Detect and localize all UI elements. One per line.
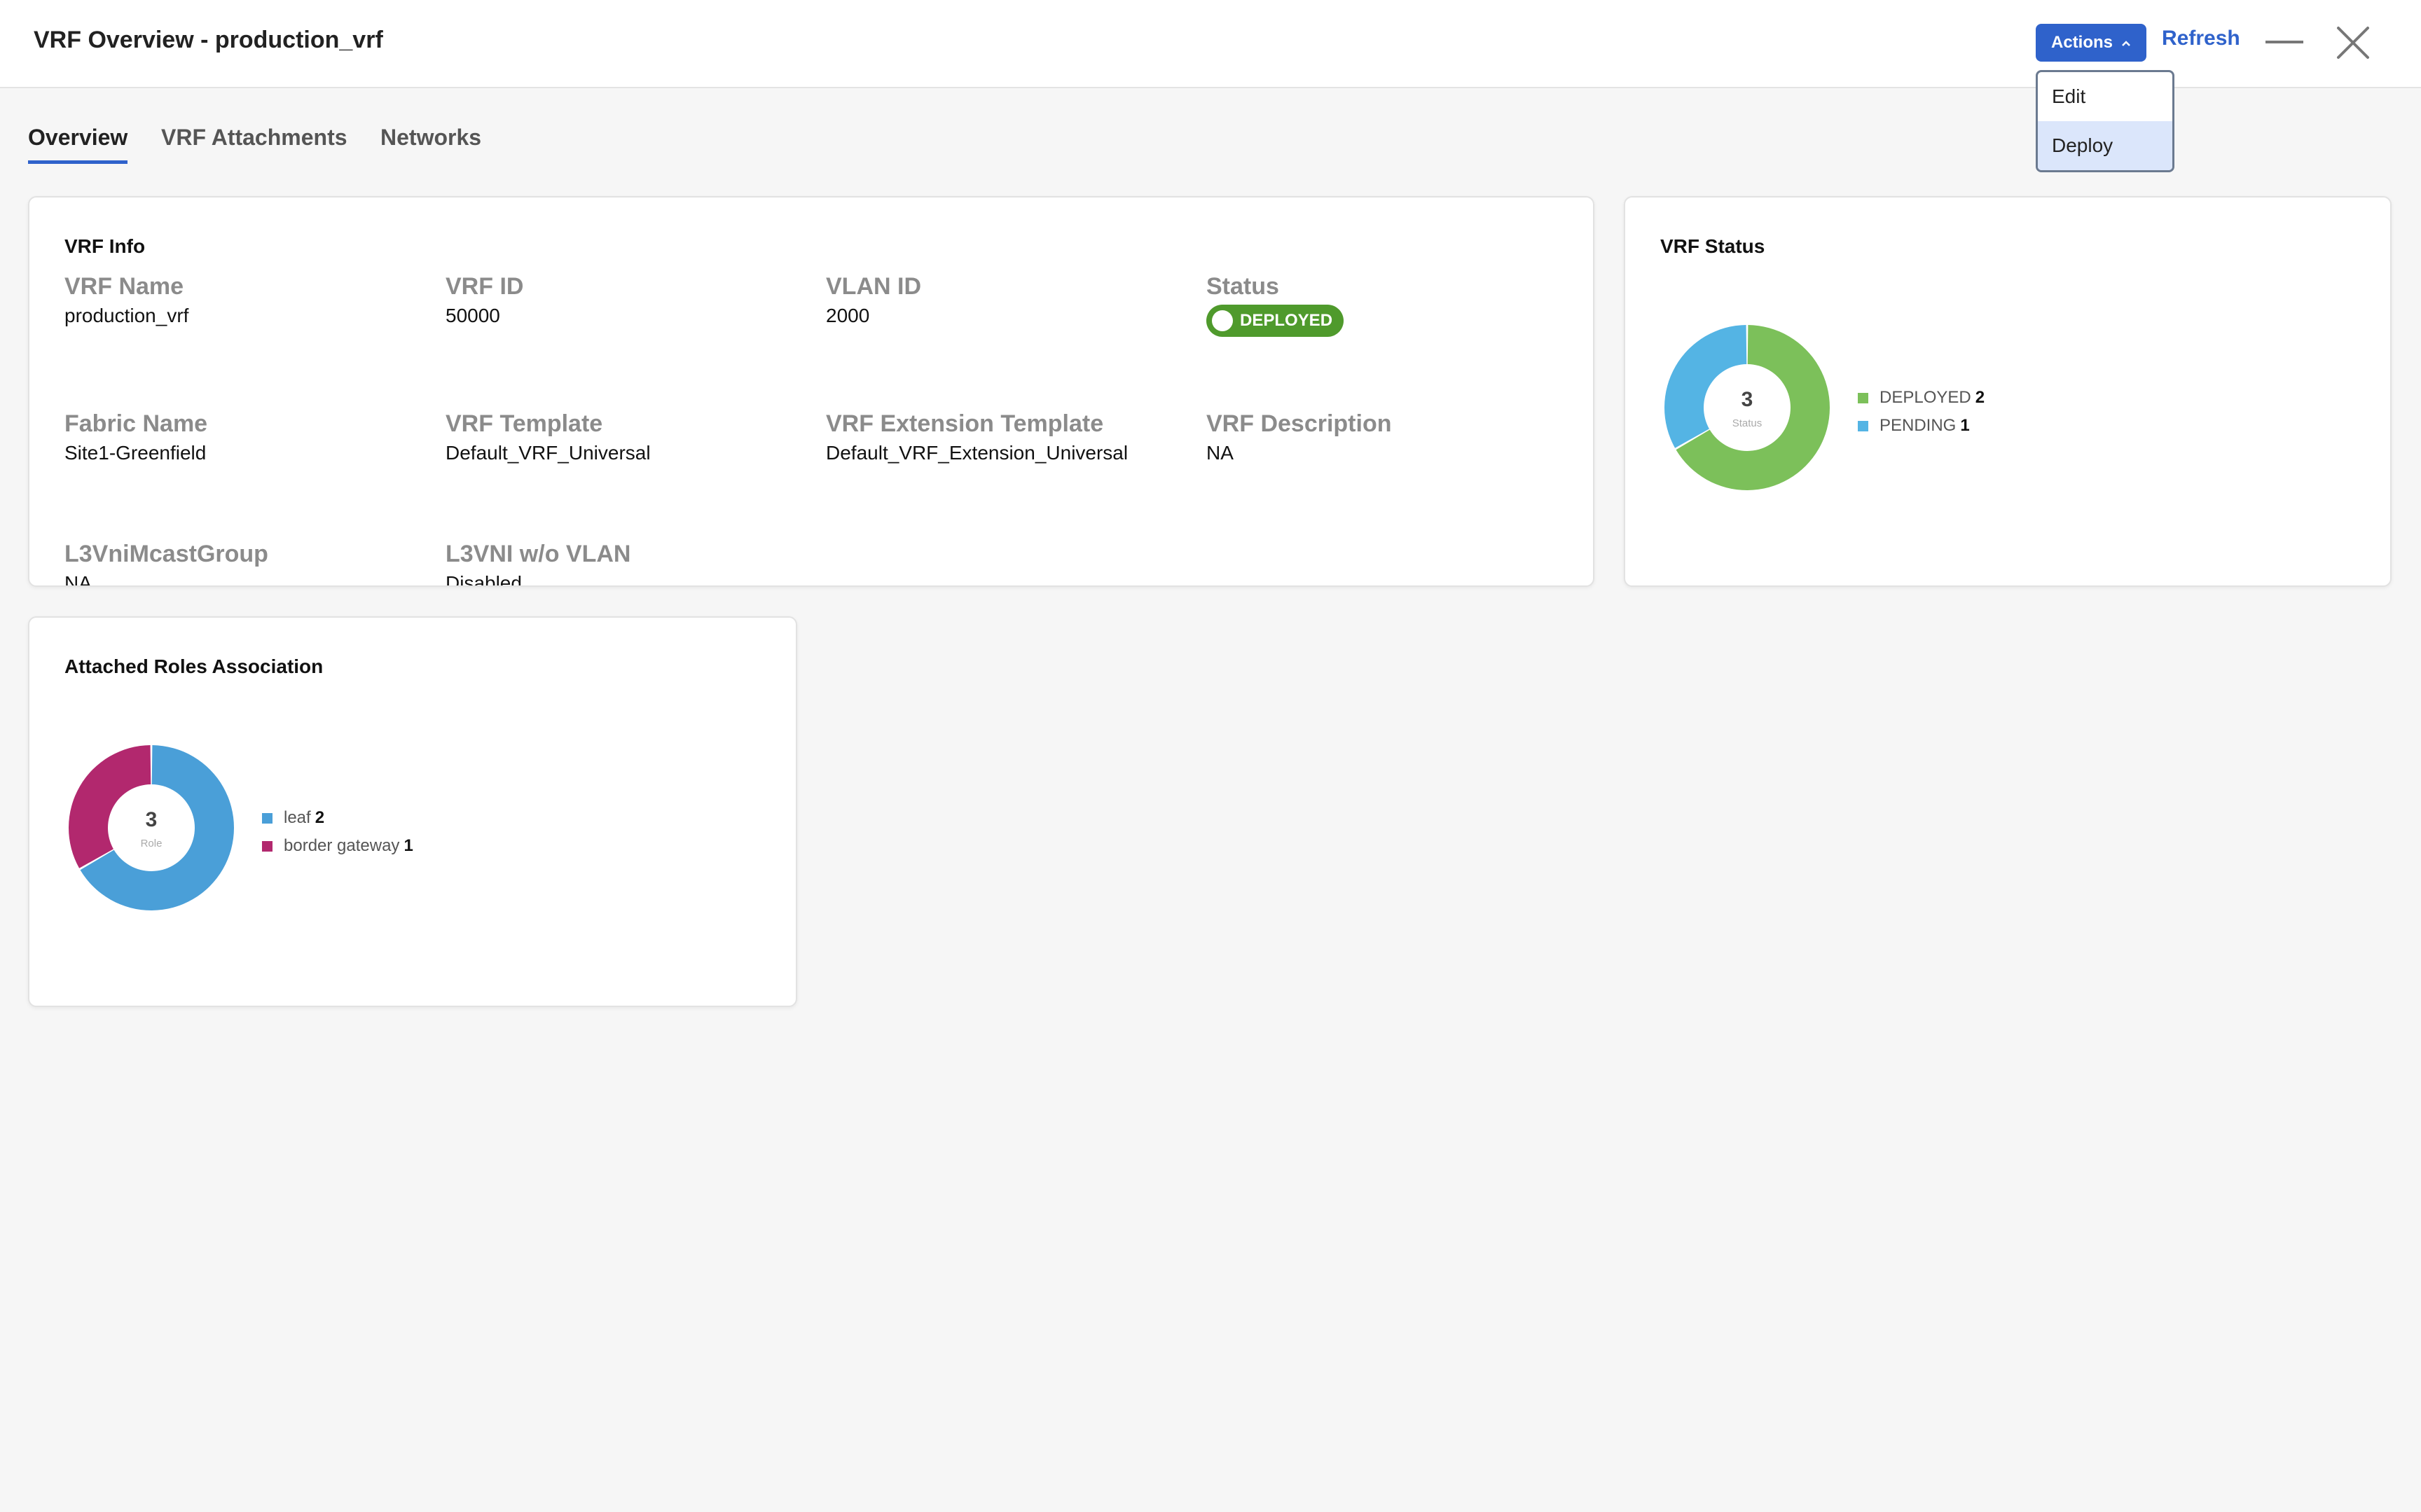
field-value: Default_VRF_Extension_Universal [826,442,1129,464]
actions-button[interactable]: Actions [2036,24,2146,62]
actions-dropdown-menu: Edit Deploy [2036,70,2174,172]
donut-center-label: Status [1732,417,1763,429]
roles-legend: leaf 2 border gateway 1 [262,804,413,860]
field-value: Site1-Greenfield [64,442,207,464]
attached-roles-card: Attached Roles Association 3 Role leaf 2 … [28,616,797,1007]
vrf-info-card: VRF Info VRF Name production_vrf VRF ID … [28,196,1594,587]
field-fabric-name: Fabric Name Site1-Greenfield [64,410,207,464]
legend-count: 2 [315,808,325,827]
legend-count: 1 [404,836,413,855]
donut-center-label: Role [141,838,163,849]
field-label: VRF Description [1206,410,1392,437]
legend-label: leaf [284,808,311,827]
field-value: 50000 [446,305,500,326]
field-label: VRF Extension Template [826,410,1104,437]
field-l3vni-wo-vlan: L3VNI w/o VLAN Disabled [446,541,631,587]
legend-item-deployed: DEPLOYED 2 [1858,384,1985,412]
field-vrf-template: VRF Template Default_VRF_Universal [446,410,651,464]
field-label: VRF Name [64,273,184,300]
tab-vrf-attachments[interactable]: VRF Attachments [161,125,347,160]
legend-item-pending: PENDING 1 [1858,412,1985,440]
page-title: VRF Overview - production_vrf [34,27,383,53]
field-vlan-id: VLAN ID 2000 [826,273,921,327]
legend-item-leaf: leaf 2 [262,804,413,832]
legend-swatch [262,840,273,852]
close-icon[interactable] [2333,25,2373,62]
tab-networks[interactable]: Networks [380,125,481,160]
field-value: Default_VRF_Universal [446,442,651,464]
field-value: Disabled [446,572,522,587]
donut-total: 3 [146,808,158,831]
minimize-icon[interactable] [2265,41,2303,43]
vrf-status-title: VRF Status [1660,235,1765,257]
status-badge: DEPLOYED [1206,305,1344,337]
legend-label: PENDING [1879,416,1957,435]
vrf-status-legend: DEPLOYED 2 PENDING 1 [1858,384,1985,440]
field-label: VRF ID [446,273,524,300]
field-l3vni-mcast-group: L3VniMcastGroup NA [64,541,268,587]
legend-label: DEPLOYED [1879,388,1971,407]
tab-overview[interactable]: Overview [28,125,128,164]
vrf-info-title: VRF Info [64,235,146,257]
field-value: production_vrf [64,305,189,326]
roles-donut-chart: 3 Role [69,745,234,910]
field-label: VRF Template [446,410,603,437]
legend-label: border gateway [284,836,400,855]
field-value: NA [64,572,92,587]
field-status: Status DEPLOYED [1206,273,1344,337]
chevron-up-icon [2121,36,2131,49]
legend-count: 1 [1960,416,1970,435]
vrf-status-slice-pending[interactable] [1664,325,1747,448]
refresh-link[interactable]: Refresh [2162,27,2240,50]
legend-swatch [1858,420,1868,431]
status-badge-text: DEPLOYED [1240,311,1333,330]
field-vrf-id: VRF ID 50000 [446,273,523,327]
field-vrf-description: VRF Description NA [1206,410,1391,464]
field-vrf-name: VRF Name production_vrf [64,273,188,327]
field-vrf-extension-template: VRF Extension Template Default_VRF_Exten… [826,410,1128,464]
actions-button-label: Actions [2050,33,2113,52]
vrf-status-donut-chart: 3 Status [1664,325,1830,490]
field-value: 2000 [826,305,870,326]
field-label: Status [1206,273,1279,300]
legend-count: 2 [1975,388,1985,407]
menu-item-deploy[interactable]: Deploy [2038,121,2172,170]
donut-total: 3 [1741,388,1753,411]
field-label: Fabric Name [64,410,208,437]
attached-roles-title: Attached Roles Association [64,656,324,677]
legend-item-border-gateway: border gateway 1 [262,832,413,860]
legend-swatch [262,812,273,824]
vrf-status-card: VRF Status 3 Status DEPLOYED 2 PENDING 1 [1624,196,2392,587]
roles-slice-border-gateway[interactable] [69,745,151,868]
legend-swatch [1858,392,1868,403]
field-label: L3VniMcastGroup [64,541,268,567]
field-value: NA [1206,442,1234,464]
menu-item-edit[interactable]: Edit [2038,72,2172,121]
status-dot-icon [1212,310,1233,331]
field-label: VLAN ID [826,273,921,300]
field-label: L3VNI w/o VLAN [446,541,631,567]
